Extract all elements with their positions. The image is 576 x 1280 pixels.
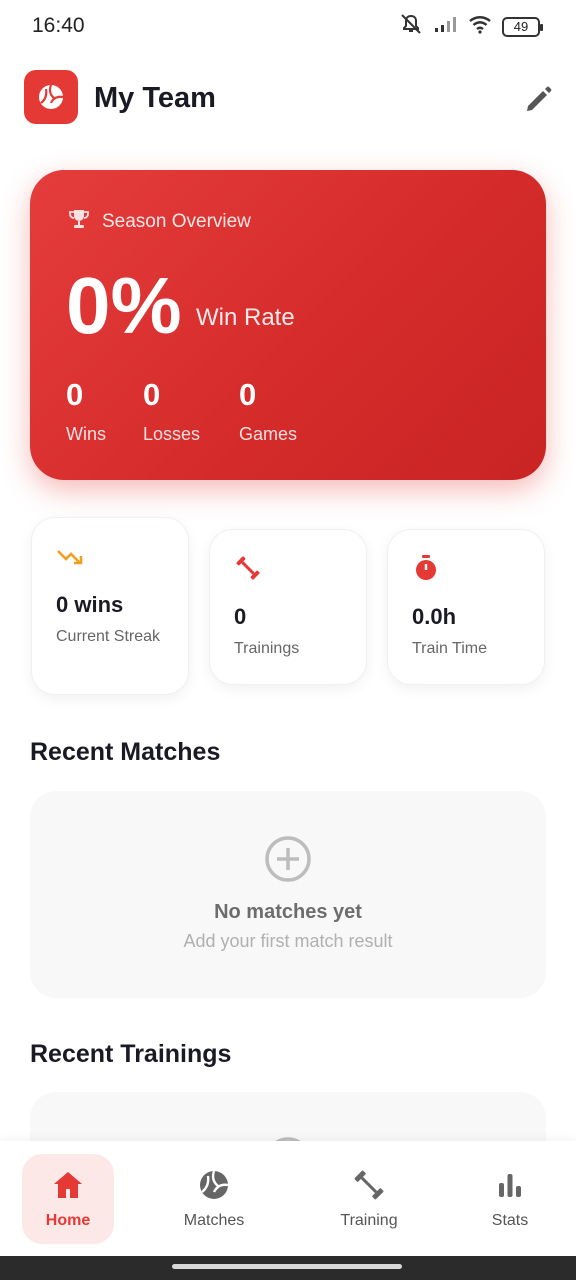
current-streak-value: 0 wins xyxy=(56,592,124,617)
games-stat: 0 Games xyxy=(239,378,297,445)
system-gesture-bar xyxy=(0,1256,576,1280)
app-header: My Team xyxy=(24,70,556,126)
dumbbell-icon xyxy=(352,1168,386,1202)
current-streak-card: 0 wins Current Streak xyxy=(31,517,189,695)
edit-button[interactable] xyxy=(522,82,556,116)
trainings-value: 0 xyxy=(234,604,247,629)
status-time: 16:40 xyxy=(32,14,85,37)
stopwatch-icon xyxy=(412,554,440,582)
losses-label: Losses xyxy=(143,424,201,444)
recent-matches-empty-state: No matches yet Add your first match resu… xyxy=(30,791,546,998)
trending-down-icon xyxy=(56,544,84,572)
nav-training[interactable]: Training xyxy=(323,1154,415,1244)
nav-stats[interactable]: Stats xyxy=(464,1154,556,1244)
nav-matches[interactable]: Matches xyxy=(168,1154,260,1244)
status-bar: 16:40 49 xyxy=(0,0,576,52)
empty-matches-subtitle: Add your first match result xyxy=(183,931,393,951)
trophy-icon xyxy=(68,208,90,235)
dumbbell-icon xyxy=(234,554,262,582)
wins-label: Wins xyxy=(66,424,106,444)
nav-matches-label: Matches xyxy=(183,1212,245,1229)
nav-stats-label: Stats xyxy=(491,1212,529,1229)
nav-training-label: Training xyxy=(340,1212,398,1229)
volleyball-icon xyxy=(197,1168,231,1202)
trainings-card: 0 Trainings xyxy=(209,529,367,685)
current-streak-label: Current Streak xyxy=(56,628,161,645)
train-time-label: Train Time xyxy=(412,640,487,657)
wifi-icon xyxy=(468,14,492,39)
win-rate-value: 0% xyxy=(66,261,182,350)
train-time-card: 0.0h Train Time xyxy=(387,529,545,685)
battery-indicator: 49 xyxy=(502,16,543,37)
trainings-label: Trainings xyxy=(234,640,300,657)
mute-icon xyxy=(398,13,424,40)
wins-stat: 0 Wins xyxy=(66,378,106,445)
losses-value: 0 xyxy=(143,377,161,412)
app-logo xyxy=(24,70,78,124)
home-gesture-handle[interactable] xyxy=(172,1264,402,1269)
bar-chart-icon xyxy=(493,1168,527,1202)
season-overview-card: Season Overview 0% Win Rate 0 Wins 0 Los… xyxy=(30,170,546,480)
empty-matches-title: No matches yet xyxy=(214,901,362,923)
nav-home-label: Home xyxy=(45,1212,91,1229)
home-icon xyxy=(51,1168,85,1202)
wins-value: 0 xyxy=(66,377,84,412)
season-overview-label: Season Overview xyxy=(102,210,251,232)
pencil-icon xyxy=(527,86,552,111)
page-title: My Team xyxy=(94,82,216,114)
signal-icon xyxy=(434,15,458,38)
losses-stat: 0 Losses xyxy=(143,378,200,445)
add-circle-icon[interactable] xyxy=(264,835,312,883)
season-overview-heading: Season Overview xyxy=(68,208,251,235)
train-time-value: 0.0h xyxy=(412,604,457,629)
nav-home[interactable]: Home xyxy=(22,1154,114,1244)
games-value: 0 xyxy=(239,377,257,412)
games-label: Games xyxy=(239,424,298,444)
win-rate-label: Win Rate xyxy=(196,304,295,331)
recent-trainings-title: Recent Trainings xyxy=(30,1040,232,1068)
status-icons: 49 xyxy=(398,13,543,40)
bottom-navigation: Home Matches Training Stats xyxy=(0,1141,576,1256)
recent-matches-title: Recent Matches xyxy=(30,738,221,766)
volleyball-logo-icon xyxy=(39,84,64,109)
